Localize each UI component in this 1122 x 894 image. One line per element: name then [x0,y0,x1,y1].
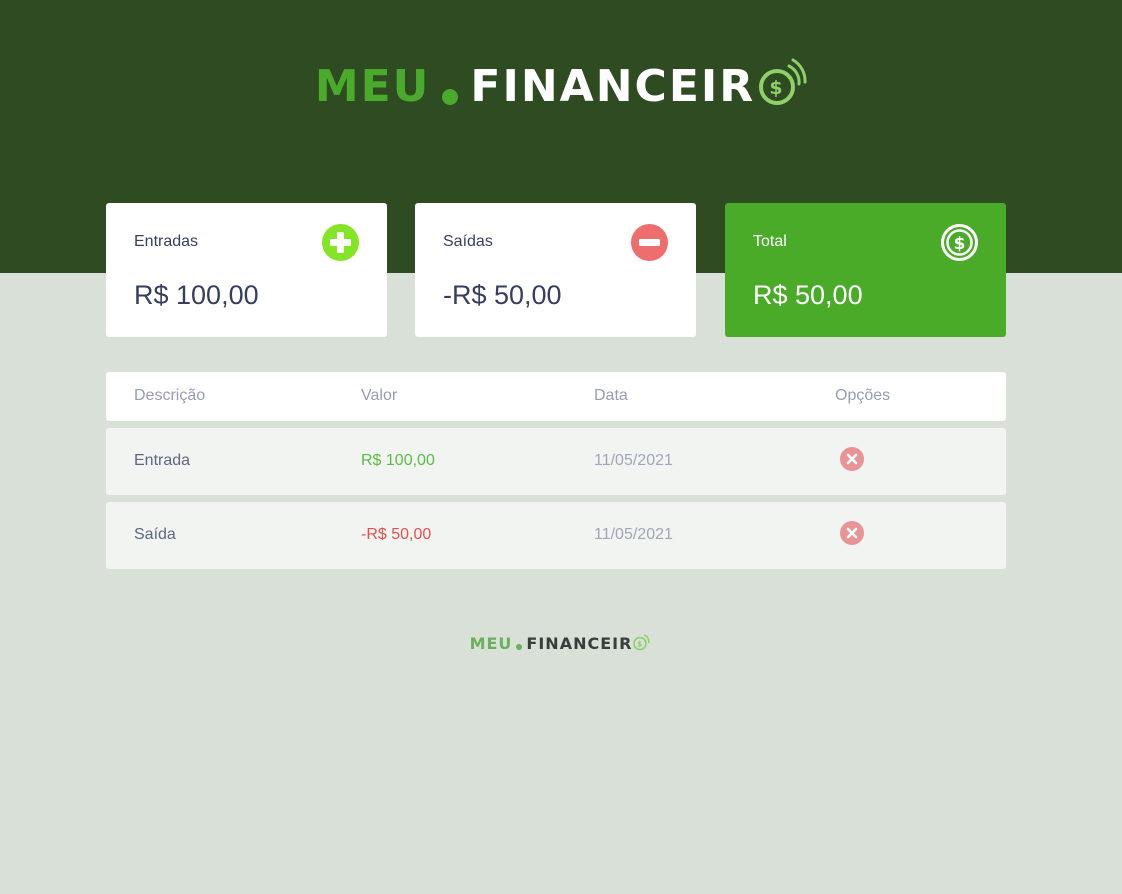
svg-text:$: $ [638,639,644,648]
minus-circle-icon [631,224,668,261]
coin-signal-icon: $ [759,58,807,105]
expense-label: Saídas [443,233,493,250]
dollar-circle-icon: $ [941,224,978,261]
total-label: Total [753,233,787,250]
plus-circle-icon [322,224,359,261]
header-date: Data [594,387,628,404]
row-date: 11/05/2021 [594,452,673,469]
remove-icon[interactable] [840,521,864,545]
row-description: Saída [134,526,176,543]
row-amount: -R$ 50,00 [361,526,432,543]
brand-part-2: FINANCEIR [470,61,756,112]
brand-logo: MEU FINANCEIR $ [0,58,1122,112]
summary-cards: Entradas R$ 100,00 Saídas -R$ 50,00 Tota… [106,203,1006,337]
row-description: Entrada [134,452,191,469]
row-amount: R$ 100,00 [361,452,435,469]
transactions-table-header: Descrição Valor Data Opções [106,372,1006,421]
svg-text:$: $ [954,234,966,254]
table-row: Entrada R$ 100,00 11/05/2021 [106,428,1006,495]
expense-card: Saídas -R$ 50,00 [415,203,696,337]
footer-logo: MEU FINANCEIR $ [0,634,1122,654]
total-card: Total $ R$ 50,00 [725,203,1006,337]
header-options: Opções [835,387,891,404]
income-card: Entradas R$ 100,00 [106,203,387,337]
header-amount: Valor [361,387,398,404]
table-row: Saída -R$ 50,00 11/05/2021 [106,502,1006,569]
svg-text:$: $ [770,77,785,99]
brand-part-1: MEU [314,61,431,112]
coin-signal-icon: $ [633,634,651,651]
expense-value: -R$ 50,00 [443,280,562,310]
row-date: 11/05/2021 [594,526,673,543]
total-value: R$ 50,00 [753,280,863,310]
footer-brand-part-2: FINANCEIR [526,634,633,653]
income-value: R$ 100,00 [134,280,259,310]
header-description: Descrição [134,387,206,404]
footer-brand-dot [516,644,523,650]
remove-icon[interactable] [840,447,864,471]
footer-brand-part-1: MEU [469,634,513,653]
income-label: Entradas [134,233,199,250]
brand-dot [442,89,459,105]
